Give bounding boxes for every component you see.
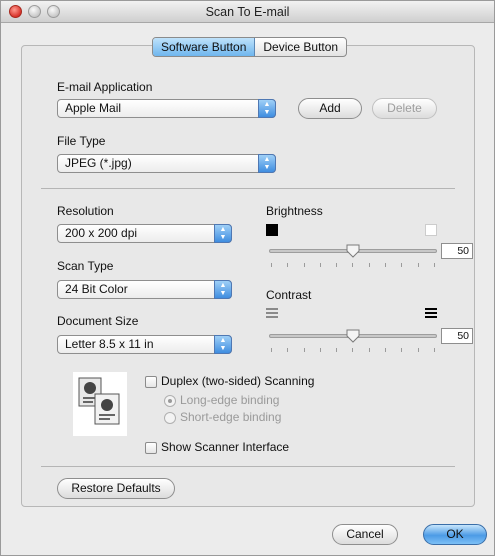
low-contrast-icon xyxy=(266,308,278,318)
add-button[interactable]: Add xyxy=(298,98,362,119)
brightness-ticks xyxy=(271,263,435,267)
document-size-label: Document Size xyxy=(57,314,139,328)
light-square-icon xyxy=(425,224,437,236)
long-edge-label: Long-edge binding xyxy=(180,393,280,407)
duplex-label: Duplex (two-sided) Scanning xyxy=(161,374,315,388)
popup-arrows-icon: ▲ ▼ xyxy=(214,224,232,243)
dark-square-icon xyxy=(266,224,278,236)
scan-type-label: Scan Type xyxy=(57,259,114,273)
document-size-value: Letter 8.5 x 11 in xyxy=(65,337,154,351)
email-application-label: E-mail Application xyxy=(57,80,153,94)
resolution-label: Resolution xyxy=(57,204,114,218)
email-application-value: Apple Mail xyxy=(65,101,122,115)
brightness-label: Brightness xyxy=(266,204,323,218)
tab-software-button[interactable]: Software Button xyxy=(153,38,256,56)
high-contrast-icon xyxy=(425,308,437,318)
file-type-label: File Type xyxy=(57,134,106,148)
brightness-value-field[interactable]: 50 xyxy=(441,243,473,259)
contrast-value-field[interactable]: 50 xyxy=(441,328,473,344)
scan-type-select[interactable]: 24 Bit Color ▲ ▼ xyxy=(57,280,232,299)
resolution-select[interactable]: 200 x 200 dpi ▲ ▼ xyxy=(57,224,232,243)
divider xyxy=(41,188,455,189)
brightness-slider-knob[interactable] xyxy=(346,244,360,258)
divider xyxy=(41,466,455,467)
popup-arrows-icon: ▲ ▼ xyxy=(214,280,232,299)
restore-defaults-button[interactable]: Restore Defaults xyxy=(57,478,175,499)
resolution-value: 200 x 200 dpi xyxy=(65,226,138,240)
file-type-select[interactable]: JPEG (*.jpg) ▲ ▼ xyxy=(57,154,276,173)
email-application-select[interactable]: Apple Mail ▲ ▼ xyxy=(57,99,276,118)
contrast-label: Contrast xyxy=(266,288,312,302)
popup-arrows-icon: ▲ ▼ xyxy=(258,99,276,118)
file-type-value: JPEG (*.jpg) xyxy=(65,156,132,170)
delete-button[interactable]: Delete xyxy=(372,98,437,119)
short-edge-radio[interactable] xyxy=(164,412,176,424)
long-edge-radio[interactable] xyxy=(164,395,176,407)
tab-device-button[interactable]: Device Button xyxy=(255,38,346,56)
duplex-illustration xyxy=(73,372,127,436)
contrast-slider-knob[interactable] xyxy=(346,329,360,343)
show-scanner-interface-checkbox[interactable] xyxy=(145,442,157,454)
contrast-ticks xyxy=(271,348,435,352)
popup-arrows-icon: ▲ ▼ xyxy=(214,335,232,354)
show-scanner-interface-label: Show Scanner Interface xyxy=(161,440,290,454)
ok-button[interactable]: OK xyxy=(423,524,487,545)
button-mode-tabs: Software Button Device Button xyxy=(152,37,348,57)
title-bar: Scan To E-mail xyxy=(1,1,494,23)
duplex-checkbox[interactable] xyxy=(145,376,157,388)
short-edge-label: Short-edge binding xyxy=(180,410,282,424)
window-title: Scan To E-mail xyxy=(205,5,290,19)
document-size-select[interactable]: Letter 8.5 x 11 in ▲ ▼ xyxy=(57,335,232,354)
scan-type-value: 24 Bit Color xyxy=(65,282,128,296)
popup-arrows-icon: ▲ ▼ xyxy=(258,154,276,173)
cancel-button[interactable]: Cancel xyxy=(332,524,398,545)
scan-to-email-window: Scan To E-mail Software Button Device Bu… xyxy=(0,0,495,556)
